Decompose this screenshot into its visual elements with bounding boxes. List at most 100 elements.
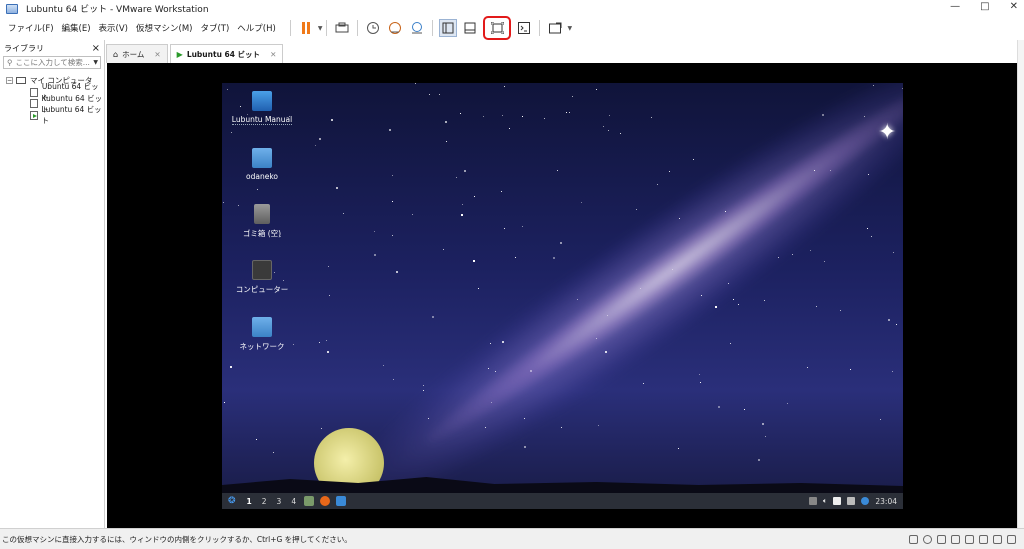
wallpaper-star-dot bbox=[374, 254, 376, 256]
library-search-input[interactable]: ⚲ ここに入力して検索... ▼ bbox=[3, 56, 101, 69]
tab-home[interactable]: ⌂ ホーム ✕ bbox=[106, 44, 168, 63]
wallpaper-star-dot bbox=[515, 257, 516, 258]
full-screen-button[interactable] bbox=[483, 16, 512, 40]
close-window-button[interactable]: ✕ bbox=[1010, 1, 1018, 12]
hard-disk-icon[interactable] bbox=[909, 534, 918, 544]
wallpaper-star-dot bbox=[504, 86, 505, 87]
volume-icon[interactable]: 🔈︎ bbox=[823, 496, 828, 506]
snapshot-manager-button[interactable] bbox=[408, 19, 426, 37]
home-icon: ⌂ bbox=[113, 49, 119, 59]
vertical-scrollbar[interactable] bbox=[1017, 40, 1024, 528]
desktop-switcher-1[interactable]: 1 bbox=[247, 497, 252, 506]
wallpaper-star-dot bbox=[603, 126, 604, 127]
wallpaper-star-dot bbox=[867, 228, 868, 229]
snapshot-button[interactable] bbox=[364, 19, 382, 37]
clipboard-icon[interactable] bbox=[833, 497, 842, 505]
revert-snapshot-button[interactable] bbox=[386, 19, 404, 37]
search-dropdown-icon[interactable]: ▼ bbox=[93, 59, 100, 66]
collapse-icon[interactable]: − bbox=[6, 77, 13, 85]
send-ctrl-alt-del-button[interactable] bbox=[333, 19, 351, 37]
vmware-app-icon bbox=[6, 3, 18, 14]
wallpaper-star: ✦ bbox=[878, 120, 897, 145]
sound-card-icon[interactable] bbox=[965, 534, 974, 544]
library-close-button[interactable]: × bbox=[92, 43, 100, 54]
wallpaper-star-dot bbox=[238, 205, 239, 206]
desktop-switcher-3[interactable]: 3 bbox=[277, 497, 282, 506]
tree-item-lubuntu[interactable]: Lubuntu 64 ビット bbox=[0, 105, 104, 125]
desktop-switcher-2[interactable]: 2 bbox=[262, 497, 267, 506]
wallpaper-star-dot bbox=[566, 112, 567, 113]
minimize-button[interactable]: — bbox=[950, 1, 960, 12]
pause-dropdown-icon[interactable]: ▼ bbox=[318, 25, 323, 32]
guest-desktop[interactable]: ✦ Lubuntu Manual odaneko ゴミ箱 (空) コンピューター… bbox=[222, 83, 903, 493]
desktop-icon-computer[interactable]: コンピューター bbox=[222, 260, 302, 295]
wallpaper-star-dot bbox=[490, 343, 491, 344]
wallpaper-star-dot bbox=[765, 436, 766, 437]
desktop-switcher-4[interactable]: 4 bbox=[291, 497, 296, 506]
panel-clock[interactable]: 23:04 bbox=[875, 497, 897, 506]
menu-vm[interactable]: 仮想マシン(M) bbox=[132, 22, 196, 34]
desktop-icon-manual[interactable]: Lubuntu Manual bbox=[222, 91, 302, 125]
wallpaper-star-dot bbox=[762, 423, 764, 425]
menu-tabs[interactable]: タブ(T) bbox=[196, 22, 233, 34]
tab-close-icon[interactable]: ✕ bbox=[270, 50, 276, 59]
update-notifier-icon[interactable] bbox=[861, 497, 870, 505]
menu-view[interactable]: 表示(V) bbox=[95, 22, 132, 34]
menu-file[interactable]: ファイル(F) bbox=[4, 22, 58, 34]
wallpaper-star-dot bbox=[327, 351, 329, 353]
tab-bar: ⌂ ホーム ✕ ▶ Lubuntu 64 ビット ✕ bbox=[106, 44, 285, 63]
start-menu-icon[interactable]: ❂ bbox=[228, 496, 236, 506]
menu-edit[interactable]: 編集(E) bbox=[58, 22, 95, 34]
wallpaper-star-dot bbox=[280, 236, 281, 237]
wallpaper-star-dot bbox=[651, 117, 652, 118]
tab-label: ホーム bbox=[122, 49, 145, 59]
wallpaper-star-dot bbox=[462, 204, 463, 205]
keyboard-layout-icon[interactable] bbox=[808, 497, 817, 505]
display-icon[interactable] bbox=[993, 534, 1002, 544]
network-adapter-icon[interactable] bbox=[937, 534, 946, 544]
printer-icon[interactable] bbox=[979, 534, 988, 544]
console-view-button[interactable] bbox=[515, 19, 533, 37]
desktop-icon-trash[interactable]: ゴミ箱 (空) bbox=[222, 204, 302, 239]
library-panel: ライブラリ × ⚲ ここに入力して検索... ▼ − マイ コンピュータ Ubu… bbox=[0, 40, 105, 528]
desktop-icon-label: ネットワーク bbox=[239, 342, 285, 351]
firefox-icon[interactable] bbox=[320, 496, 331, 506]
display-icon[interactable] bbox=[847, 497, 856, 505]
menu-help[interactable]: ヘルプ(H) bbox=[233, 22, 280, 34]
show-library-button[interactable] bbox=[439, 19, 458, 37]
vm-running-icon: ▶ bbox=[176, 49, 183, 59]
wallpaper-star-dot bbox=[491, 402, 492, 403]
library-header: ライブラリ × bbox=[0, 40, 104, 56]
snapshot-clock-icon bbox=[367, 22, 380, 34]
maximize-button[interactable]: □ bbox=[980, 1, 989, 12]
pause-button[interactable] bbox=[297, 19, 315, 37]
wallpaper-star-dot bbox=[701, 295, 702, 296]
window-title: Lubuntu 64 ビット - VMware Workstation bbox=[26, 5, 209, 15]
thumbnail-bar-button[interactable] bbox=[461, 19, 479, 37]
wallpaper-star-dot bbox=[460, 113, 461, 114]
wallpaper-star-dot bbox=[439, 94, 440, 95]
wallpaper-star-dot bbox=[850, 369, 851, 370]
wallpaper-star-dot bbox=[429, 94, 430, 95]
wallpaper-star-dot bbox=[730, 343, 731, 344]
tab-label: Lubuntu 64 ビット bbox=[186, 49, 261, 59]
wallpaper-star-dot bbox=[620, 133, 621, 134]
computer-icon bbox=[16, 77, 26, 85]
tab-lubuntu[interactable]: ▶ Lubuntu 64 ビット ✕ bbox=[169, 44, 284, 63]
wallpaper-star-dot bbox=[473, 260, 475, 262]
wallpaper-star-dot bbox=[553, 257, 555, 259]
wallpaper-star-dot bbox=[572, 96, 573, 97]
show-desktop-icon[interactable] bbox=[336, 496, 347, 506]
usb-icon[interactable] bbox=[951, 534, 960, 544]
file-manager-icon[interactable] bbox=[304, 496, 315, 506]
message-log-icon[interactable] bbox=[1007, 534, 1016, 544]
desktop-icon-home[interactable]: odaneko bbox=[222, 148, 302, 181]
wallpaper-star-dot bbox=[636, 209, 637, 210]
tab-close-icon[interactable]: ✕ bbox=[154, 50, 160, 59]
wallpaper-star-dot bbox=[522, 226, 523, 227]
wallpaper-star-dot bbox=[293, 344, 294, 345]
stretch-dropdown-icon[interactable]: ▼ bbox=[567, 25, 572, 32]
stretch-guest-button[interactable] bbox=[546, 19, 564, 37]
cd-dvd-icon[interactable] bbox=[923, 534, 932, 544]
desktop-icon-network[interactable]: ネットワーク bbox=[222, 317, 302, 352]
